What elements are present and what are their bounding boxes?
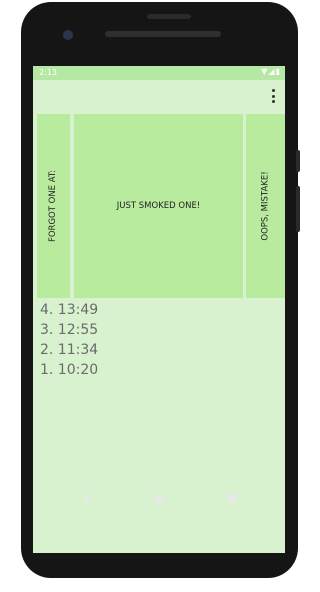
- overflow-menu-icon[interactable]: [270, 89, 276, 103]
- home-button[interactable]: [143, 483, 173, 513]
- status-icons: ▼◢▮: [261, 67, 281, 76]
- back-icon: [81, 493, 89, 503]
- recents-button[interactable]: [217, 483, 247, 513]
- forgot-one-label: FORGOT ONE AT:: [48, 169, 59, 243]
- recents-icon: [228, 494, 236, 502]
- status-time: 2:13: [39, 68, 57, 77]
- top-speaker: [105, 31, 221, 37]
- home-icon: [153, 493, 163, 503]
- back-button[interactable]: [70, 483, 100, 513]
- power-button: [296, 186, 300, 232]
- oops-mistake-label: OOPS, MISTAKE!: [260, 171, 271, 241]
- app-bar: [33, 80, 285, 113]
- menu-dot: [271, 94, 275, 98]
- history-item: 2. 11:34: [40, 342, 99, 358]
- status-bar: 2:13 ▼◢▮: [33, 66, 285, 80]
- smoke-history-list: 4. 13:49 3. 12:55 2. 11:34 1. 10:20: [40, 300, 98, 380]
- history-item: 3. 12:55: [40, 322, 99, 338]
- navigation-bar: [33, 483, 285, 513]
- app-screen: 2:13 ▼◢▮ FORGOT ONE AT: JUST SMOKED ONE!…: [33, 66, 285, 553]
- oops-mistake-button[interactable]: OOPS, MISTAKE!: [246, 114, 285, 298]
- history-item: 4. 13:49: [40, 302, 99, 318]
- menu-dot: [271, 89, 275, 92]
- forgot-one-button[interactable]: FORGOT ONE AT:: [37, 114, 70, 298]
- just-smoked-label: JUST SMOKED ONE!: [116, 201, 201, 211]
- front-camera: [63, 30, 73, 40]
- volume-button: [296, 150, 300, 172]
- top-sensor: [147, 14, 191, 19]
- history-item: 1. 10:20: [40, 362, 99, 378]
- menu-dot: [271, 100, 275, 103]
- just-smoked-button[interactable]: JUST SMOKED ONE!: [74, 114, 243, 298]
